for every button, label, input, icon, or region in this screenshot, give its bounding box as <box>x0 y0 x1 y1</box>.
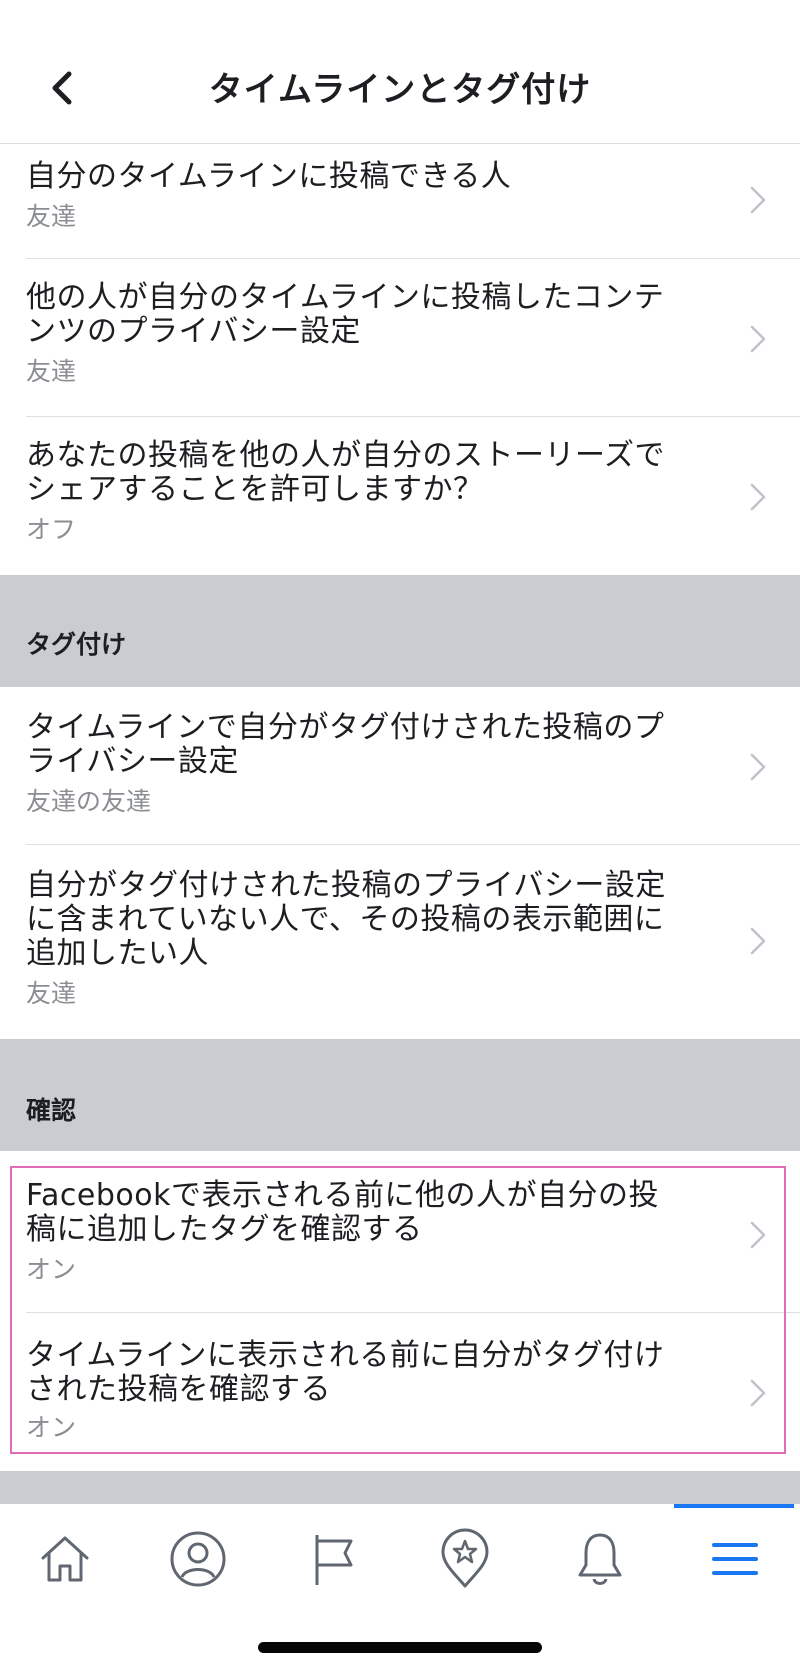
label-line: シェアすることを許可しますか？ <box>26 472 484 507</box>
label-line: あなたの投稿を他の人が自分のストーリーズで <box>26 438 665 473</box>
list-item-add-audience[interactable]: 自分がタグ付けされた投稿のプライバシー設定 に含まれていない人で、その投稿の表示… <box>0 845 800 1039</box>
tab-notifications[interactable] <box>535 1504 665 1614</box>
home-icon <box>41 1536 89 1582</box>
chevron-right-icon <box>750 483 766 511</box>
label-line: 追加したい人 <box>26 936 209 971</box>
list-item-tagged-posts-privacy[interactable]: タイムラインで自分がタグ付けされた投稿のプ ライバシー設定 友達の友達 <box>0 687 800 845</box>
chevron-right-icon <box>750 927 766 955</box>
tab-profile[interactable] <box>133 1504 263 1614</box>
list-item-label: 他の人が自分のタイムラインに投稿したコンテ ンツのプライバシー設定 <box>26 281 706 349</box>
section-header-next <box>0 1471 800 1504</box>
chevron-right-icon <box>750 753 766 781</box>
list-item-label: タイムラインに表示される前に自分がタグ付け された投稿を確認する <box>26 1339 706 1407</box>
list-item-who-can-post[interactable]: 自分のタイムラインに投稿できる人 友達 <box>0 144 800 259</box>
label-line: Facebookで表示される前に他の人が自分の投 <box>26 1178 659 1213</box>
header-bar: タイムラインとタグ付け <box>0 0 800 144</box>
list-item-label: タイムラインで自分がタグ付けされた投稿のプ ライバシー設定 <box>26 711 706 779</box>
pages-flag-icon <box>315 1535 353 1585</box>
label-line: ライバシー設定 <box>26 744 239 779</box>
list-item-label: あなたの投稿を他の人が自分のストーリーズで シェアすることを許可しますか？ <box>26 439 706 507</box>
section-header-review: 確認 <box>0 1039 800 1151</box>
tab-menu[interactable] <box>670 1504 800 1614</box>
list-item-value: オフ <box>26 515 77 544</box>
label-line: に含まれていない人で、その投稿の表示範囲に <box>26 902 665 937</box>
list-item-value: 友達 <box>26 357 77 386</box>
profile-icon <box>170 1531 226 1587</box>
section-title: 確認 <box>26 1096 77 1125</box>
list-item-label: 自分のタイムラインに投稿できる人 <box>26 160 706 194</box>
label-line: された投稿を確認する <box>26 1372 331 1407</box>
label-line: タイムラインで自分がタグ付けされた投稿のプ <box>26 710 665 745</box>
tab-home[interactable] <box>0 1504 130 1614</box>
chevron-right-icon <box>750 186 766 214</box>
list-item-story-sharing[interactable]: あなたの投稿を他の人が自分のストーリーズで シェアすることを許可しますか？ オフ <box>0 417 800 575</box>
active-tab-indicator <box>674 1504 794 1508</box>
page-title: タイムラインとタグ付け <box>208 70 592 110</box>
list-item-others-posts-privacy[interactable]: 他の人が自分のタイムラインに投稿したコンテ ンツのプライバシー設定 友達 <box>0 259 800 417</box>
label-line: 他の人が自分のタイムラインに投稿したコンテ <box>26 280 665 315</box>
list-item-value: オン <box>26 1255 77 1284</box>
menu-icon <box>712 1543 758 1575</box>
list-item-value: 友達の友達 <box>26 787 152 816</box>
home-indicator-bar[interactable] <box>258 1642 542 1653</box>
list-item-value: 友達 <box>26 979 77 1008</box>
section-title: タグ付け <box>26 630 127 659</box>
list-item-value: オン <box>26 1413 77 1442</box>
tab-pages[interactable] <box>268 1504 398 1614</box>
label-line: ンツのプライバシー設定 <box>26 314 361 349</box>
label-line: 自分がタグ付けされた投稿のプライバシー設定 <box>26 868 666 903</box>
label-line: 稿に追加したタグを確認する <box>26 1212 423 1247</box>
section-header-tagging: タグ付け <box>0 575 800 687</box>
list-item-value: 友達 <box>26 202 77 231</box>
tab-favorites[interactable] <box>400 1504 530 1614</box>
chevron-right-icon <box>750 1221 766 1249</box>
bell-icon <box>578 1533 622 1585</box>
chevron-right-icon <box>750 1379 766 1407</box>
list-item-review-tags[interactable]: Facebookで表示される前に他の人が自分の投 稿に追加したタグを確認する オ… <box>0 1151 800 1313</box>
chevron-right-icon <box>750 325 766 353</box>
label-line: タイムラインに表示される前に自分がタグ付け <box>26 1338 665 1373</box>
favorites-badge-icon <box>441 1528 489 1588</box>
label-line: 自分のタイムラインに投稿できる人 <box>26 159 512 194</box>
list-item-label: 自分がタグ付けされた投稿のプライバシー設定 に含まれていない人で、その投稿の表示… <box>26 869 706 971</box>
list-item-review-tagged-posts[interactable]: タイムラインに表示される前に自分がタグ付け された投稿を確認する オン <box>0 1313 800 1471</box>
list-item-label: Facebookで表示される前に他の人が自分の投 稿に追加したタグを確認する <box>26 1179 706 1247</box>
